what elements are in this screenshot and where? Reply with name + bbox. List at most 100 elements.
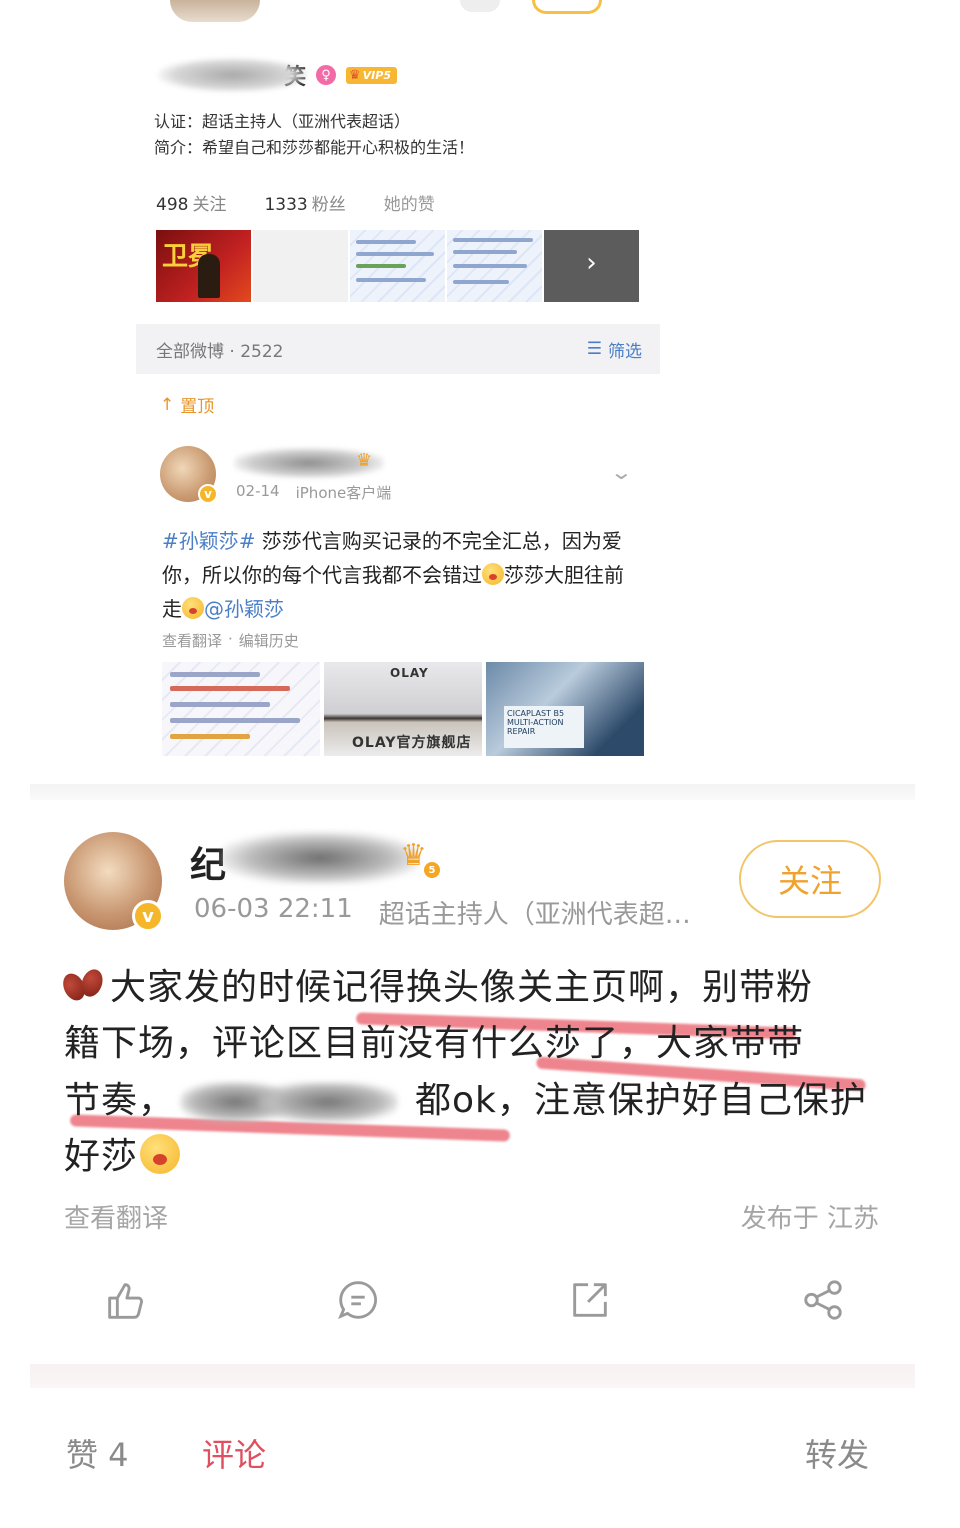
thumb-line bbox=[453, 280, 509, 284]
product-label: CICAPLAST B5 MULTI-ACTION REPAIR bbox=[504, 706, 584, 748]
filter-bar: 全部微博 · 2522 ☰ 筛选 bbox=[136, 324, 660, 374]
arrow-up-icon: ↑ bbox=[160, 394, 175, 415]
thumb-line bbox=[356, 264, 406, 268]
bottom-tab-bar: 赞 4 评论 转发 bbox=[30, 1388, 915, 1528]
chevron-down-icon[interactable]: ⌄ bbox=[610, 460, 633, 484]
avatar[interactable]: v bbox=[64, 832, 164, 932]
following-stat[interactable]: 498 关注 bbox=[156, 190, 226, 215]
thumb-line bbox=[453, 250, 517, 254]
post-image[interactable]: CICAPLAST B5 MULTI-ACTION REPAIR bbox=[486, 662, 644, 756]
album-thumb[interactable] bbox=[447, 230, 542, 302]
following-count: 498 bbox=[156, 195, 189, 215]
album-thumb[interactable] bbox=[253, 230, 348, 302]
image-line bbox=[170, 672, 260, 677]
mention-link[interactable]: @孙颖莎 bbox=[204, 597, 284, 621]
comment-line-3: 节奏， bbox=[64, 1080, 176, 1121]
section-divider bbox=[30, 1364, 915, 1388]
post-date: 02-14 bbox=[236, 482, 280, 500]
translate-link[interactable]: 查看翻译 bbox=[162, 630, 222, 651]
avatar-edge bbox=[170, 0, 260, 22]
comment-line-1: 大家发的时候记得换头像关主页啊，别带粉 bbox=[110, 967, 814, 1008]
brand-text: OLAY bbox=[390, 666, 429, 680]
following-label: 关注 bbox=[192, 195, 227, 215]
post-image-grid: OLAY OLAY官方旗舰店 CICAPLAST B5 MULTI-ACTION… bbox=[162, 662, 644, 756]
filter-label: 筛选 bbox=[608, 341, 642, 362]
athlete-figure bbox=[198, 254, 220, 298]
emoji-icon bbox=[482, 563, 504, 585]
crown-icon: ♛ bbox=[349, 67, 361, 83]
verified-icon: v bbox=[198, 484, 218, 504]
post-meta: 02-14 iPhone客户端 bbox=[236, 482, 391, 503]
comment-timestamp: 06-03 22:11 bbox=[194, 894, 353, 924]
redacted-name bbox=[220, 832, 420, 884]
crown-icon: ♛ bbox=[356, 450, 373, 471]
followers-label: 粉丝 bbox=[311, 195, 346, 215]
album-thumb[interactable] bbox=[350, 230, 445, 302]
thumb-line bbox=[356, 252, 434, 256]
circle-edge bbox=[460, 0, 500, 12]
image-line bbox=[170, 718, 300, 723]
comment-line: 好莎 bbox=[64, 1129, 884, 1185]
image-line bbox=[170, 686, 290, 691]
post-source: iPhone客户端 bbox=[295, 484, 392, 502]
filter-button[interactable]: ☰ 筛选 bbox=[587, 337, 642, 362]
share-nodes-icon[interactable] bbox=[798, 1275, 848, 1325]
likes-stat[interactable]: 她的赞 bbox=[384, 190, 435, 215]
comment-icon[interactable] bbox=[333, 1275, 383, 1325]
level-number: 5 bbox=[424, 862, 440, 878]
tab-comments[interactable]: 评论 bbox=[202, 1430, 266, 1476]
hashtag-link[interactable]: #孙颖莎# bbox=[162, 529, 256, 553]
tab-likes[interactable]: 赞 4 bbox=[66, 1430, 129, 1476]
thumb-line bbox=[453, 264, 527, 268]
commenter-name[interactable]: 纪 bbox=[190, 828, 430, 888]
followers-stat[interactable]: 1333 粉丝 bbox=[264, 190, 345, 215]
profile-stats: 498 关注 1333 粉丝 她的赞 bbox=[156, 190, 435, 215]
pinned-label: 置顶 bbox=[180, 397, 215, 417]
pinned-indicator: ↑ 置顶 bbox=[160, 392, 215, 418]
emoji-icon bbox=[140, 1134, 181, 1174]
red-beans-icon bbox=[59, 966, 108, 1004]
post-image[interactable] bbox=[162, 662, 320, 756]
comment-card: v 纪 ♛ 5 06-03 22:11 超话主持人（亚洲代表超… 关注 大家发的… bbox=[30, 800, 915, 1385]
album-thumbnails: 卫冕 › bbox=[156, 230, 639, 302]
thumb-line bbox=[356, 240, 416, 244]
comment-line: 大家发的时候记得换头像关主页啊，别带粉 bbox=[59, 960, 884, 1016]
commenter-certification: 超话主持人（亚洲代表超… bbox=[378, 900, 691, 930]
thumb-line bbox=[453, 238, 533, 242]
fan-level-badge: ♛ 5 bbox=[400, 838, 440, 878]
post-location: 发布于 江苏 bbox=[740, 1204, 879, 1234]
redacted-text bbox=[258, 1082, 398, 1122]
vip-badge[interactable]: ♛ VIP5 bbox=[346, 66, 397, 84]
album-thumb[interactable]: 卫冕 bbox=[156, 230, 251, 302]
comment-action-bar bbox=[64, 1260, 884, 1340]
image-line bbox=[170, 734, 250, 739]
edit-history-link[interactable]: 编辑历史 bbox=[239, 630, 299, 651]
image-line bbox=[170, 702, 270, 707]
comment-line-4: 好莎 bbox=[64, 1136, 139, 1177]
certification-text: 认证：超话主持人（亚洲代表超话） bbox=[154, 112, 411, 131]
avatar[interactable]: v bbox=[160, 446, 218, 504]
post-secondary-actions: 查看翻译 · 编辑历史 bbox=[162, 630, 299, 651]
translate-link[interactable]: 查看翻译 bbox=[64, 1198, 168, 1235]
crown-icon: ♛ bbox=[400, 838, 427, 873]
comment-line-3b: 都ok，注意保护好自己保护 bbox=[415, 1080, 867, 1121]
filter-icon: ☰ bbox=[586, 339, 602, 359]
vip-label: VIP5 bbox=[362, 68, 391, 82]
followers-count: 1333 bbox=[264, 195, 308, 215]
brand-text: OLAY官方旗舰店 bbox=[352, 735, 472, 751]
pinned-post-card: v ♛ 02-14 iPhone客户端 ⌄ #孙颖莎# 莎莎代言购买记录的不完全… bbox=[150, 420, 660, 765]
thumb-line bbox=[356, 278, 426, 282]
post-text: #孙颖莎# 莎莎代言购买记录的不完全汇总，因为爱你，所以你的每个代言我都不会错过… bbox=[162, 524, 642, 626]
comment-line: 籍下场，评论区目前没有什么莎了，大家带带 bbox=[64, 1023, 805, 1064]
follow-button[interactable]: 关注 bbox=[739, 840, 881, 918]
comment-meta: 06-03 22:11 超话主持人（亚洲代表超… bbox=[194, 894, 691, 931]
thumbs-up-icon[interactable] bbox=[100, 1275, 150, 1325]
comment-text: 大家发的时候记得换头像关主页啊，别带粉 籍下场，评论区目前没有什么莎了，大家带带… bbox=[59, 960, 884, 1185]
chevron-right-icon: › bbox=[586, 248, 597, 278]
share-out-icon[interactable] bbox=[565, 1275, 615, 1325]
profile-screenshot: 笑 ♀ ♛ VIP5 认证：超话主持人（亚洲代表超话） 简介：希望自己和莎莎都能… bbox=[136, 0, 660, 420]
post-image[interactable]: OLAY OLAY官方旗舰店 bbox=[324, 662, 482, 756]
tab-reposts[interactable]: 转发 bbox=[805, 1430, 869, 1476]
female-icon: ♀ bbox=[316, 65, 337, 85]
album-more[interactable]: › bbox=[544, 230, 639, 302]
